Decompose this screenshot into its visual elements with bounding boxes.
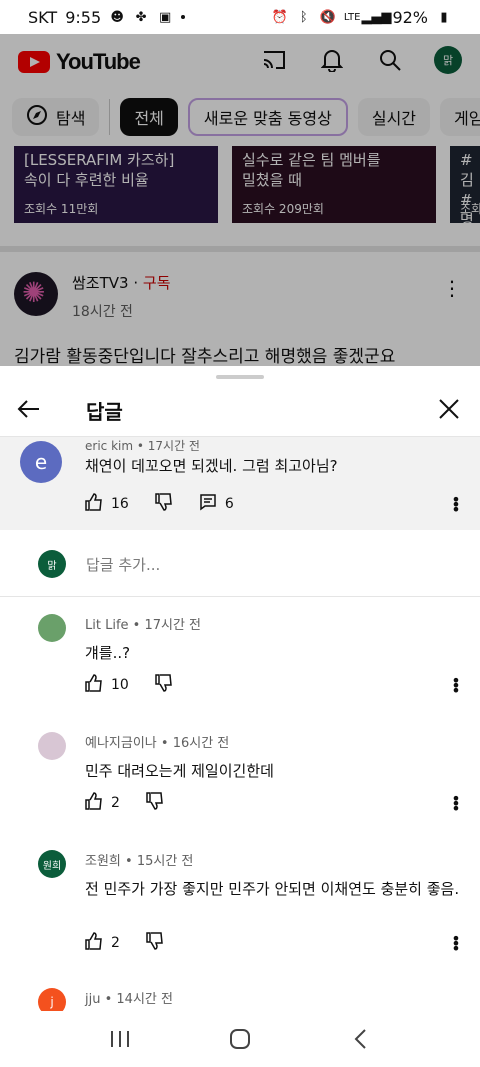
reply-item: j jju • 14시간 전 [0,974,480,1011]
status-right: ⏰ ᛒ 🔇 LTE ▂▄▆ 92% ▮ [272,8,452,27]
reply-item: 예나지금이나 • 16시간 전 민주 대려오는게 제일이긴한데 2 • • • [0,716,480,834]
thumbs-up-icon [85,493,103,515]
like-button[interactable]: 2 [85,792,120,814]
commenter-avatar[interactable]: e [20,441,62,483]
thumbs-up-icon [85,792,103,814]
dislike-button[interactable] [155,674,173,696]
add-reply-divider [0,596,480,597]
alarm-icon: ⏰ [271,9,288,25]
reply-text: 걔를..? [85,644,131,662]
account-status-icon: ☻ [110,9,124,25]
thumbs-up-icon [85,674,103,696]
home-icon[interactable] [220,1019,260,1059]
reply-author[interactable]: Lit Life [85,618,129,633]
carrier-label: SKT [28,7,58,27]
reply-actions: 2 [85,932,190,954]
more-options-icon[interactable]: • • • [448,492,464,518]
add-reply-row[interactable]: 맑 답글 추가... [0,530,480,598]
reply-meta: 조원희 • 15시간 전 [85,854,194,869]
more-options-icon[interactable]: • • • [448,791,464,817]
more-notifications-icon [181,15,186,19]
reply-avatar[interactable]: 원희 [38,850,66,878]
like-button[interactable]: 2 [85,932,120,954]
dim-overlay[interactable] [0,34,480,366]
reply-avatar[interactable] [38,614,66,642]
comment-author[interactable]: eric kim [85,439,133,453]
reply-count: 6 [224,496,234,512]
more-options-icon[interactable]: • • • [448,931,464,957]
reply-text: 민주 대려오는게 제일이긴한데 [85,762,274,780]
reply-actions: 10 [85,674,199,696]
reply-count-button[interactable]: 6 [199,493,234,515]
add-reply-input[interactable]: 답글 추가... [86,554,160,575]
reply-actions: 2 [85,792,190,814]
reply-meta: jju • 14시간 전 [85,992,173,1007]
like-count: 16 [111,496,129,512]
my-avatar: 맑 [38,550,66,578]
reply-item: 원희 조원희 • 15시간 전 전 민주가 가장 좋지만 민주가 안되면 이채연… [0,834,480,974]
back-arrow-icon[interactable] [14,394,44,424]
bluetooth-icon: ᛒ [299,9,308,25]
like-button[interactable]: 16 [85,493,129,515]
close-icon[interactable] [434,394,464,424]
sheet-header: 답글 [0,386,480,436]
battery-percent: 92% [392,7,428,27]
thumbs-down-icon [146,932,164,954]
sheet-title: 답글 [86,400,123,424]
clock: 9:55 [65,7,102,27]
reply-avatar[interactable] [38,732,66,760]
app-status-icon: ▣ [158,9,172,25]
thumbs-down-icon [146,792,164,814]
signal-icon: ▂▄▆ [361,9,392,25]
reply-meta: 예나지금이나 • 16시간 전 [85,736,230,751]
comment-meta: eric kim • 17시간 전 [85,439,200,453]
parent-comment: e eric kim • 17시간 전 채연이 데꼬오면 되겠네. 그럼 최고아… [0,437,480,530]
dislike-button[interactable] [146,792,164,814]
back-icon[interactable] [340,1019,380,1059]
like-count: 2 [111,795,120,811]
reply-time: 15시간 전 [136,854,194,869]
recent-apps-icon[interactable] [100,1019,140,1059]
like-button[interactable]: 10 [85,674,129,696]
more-options-icon[interactable]: • • • [448,673,464,699]
reply-item: Lit Life • 17시간 전 걔를..? 10 • • • [0,598,480,716]
reply-meta: Lit Life • 17시간 전 [85,618,202,633]
reply-time: 17시간 전 [144,618,202,633]
dislike-button[interactable] [146,932,164,954]
battery-icon: ▮ [440,9,448,25]
comment-text: 채연이 데꼬오면 되겠네. 그럼 최고아님? [85,457,338,475]
reply-author[interactable]: jju [85,992,100,1007]
thumbs-up-icon [85,932,103,954]
thumbs-down-icon [155,493,173,515]
replies-sheet: 답글 e eric kim • 17시간 전 채연이 데꼬오면 되겠네. 그럼 … [0,366,480,1011]
status-left: SKT 9:55 ☻ ✤ ▣ [28,7,186,27]
reply-author[interactable]: 예나지금이나 [85,736,157,751]
reply-avatar[interactable]: j [38,988,66,1011]
dislike-button[interactable] [155,493,173,515]
like-count: 10 [111,677,129,693]
reply-time: 16시간 전 [172,736,230,751]
reply-text: 전 민주가 가장 좋지만 민주가 안되면 이채연도 충분히 좋음. [85,880,460,898]
thumbs-down-icon [155,674,173,696]
status-bar: SKT 9:55 ☻ ✤ ▣ ⏰ ᛒ 🔇 LTE ▂▄▆ 92% ▮ [0,0,480,34]
system-nav-bar [0,1011,480,1067]
reply-time: 14시간 전 [116,992,173,1007]
comment-time: 17시간 전 [147,439,200,453]
comment-icon [199,493,217,515]
network-label: LTE [343,11,361,23]
fan-icon: ✤ [135,9,147,25]
mute-icon: 🔇 [319,9,336,25]
comment-actions: 16 6 [85,493,260,515]
reply-author[interactable]: 조원희 [85,854,121,869]
like-count: 2 [111,935,120,951]
drag-handle[interactable] [216,375,264,379]
